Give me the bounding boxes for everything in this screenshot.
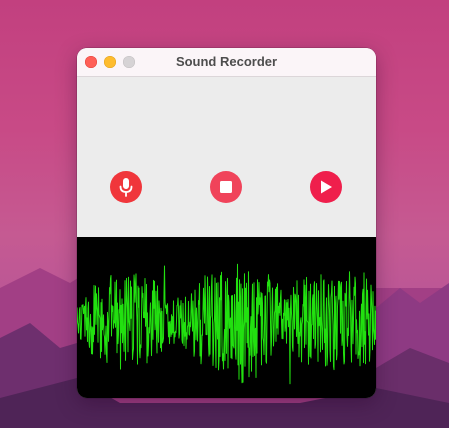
controls-panel [77,77,376,237]
title-bar[interactable]: Sound Recorder [77,48,376,77]
waveform-graph [77,263,376,385]
waveform-line [77,263,376,385]
play-button[interactable] [310,171,342,203]
play-icon [321,180,332,194]
stop-button[interactable] [210,171,242,203]
stop-icon [220,181,232,193]
window-title: Sound Recorder [175,54,278,69]
record-button[interactable] [110,171,142,203]
waveform-display [77,237,376,398]
microphone-icon [119,178,133,197]
app-window: Sound Recorder [77,48,376,398]
